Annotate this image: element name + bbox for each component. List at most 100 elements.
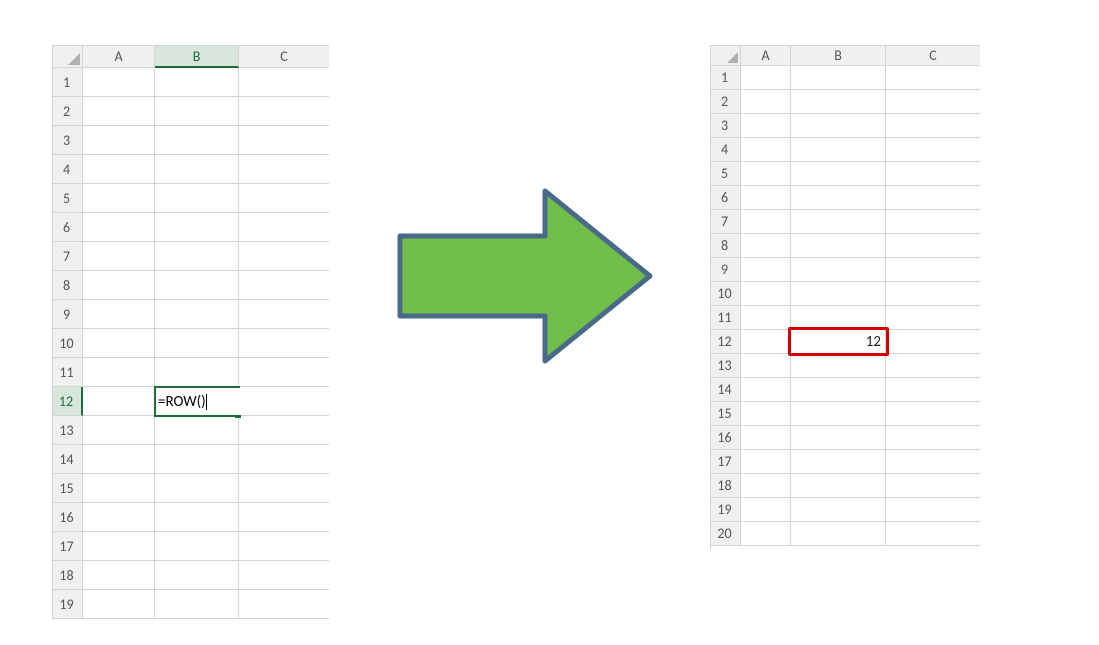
row-header-16[interactable]: 16	[711, 426, 741, 450]
cell-B1[interactable]	[155, 68, 239, 97]
cell-A1[interactable]	[741, 66, 791, 90]
cell-A11[interactable]	[83, 358, 155, 387]
select-all-corner[interactable]	[53, 46, 83, 68]
cell-B3[interactable]	[155, 126, 239, 155]
cell-C15[interactable]	[239, 474, 329, 503]
cell-C5[interactable]	[239, 184, 329, 213]
cell-C16[interactable]	[239, 503, 329, 532]
column-header-a[interactable]: A	[83, 46, 155, 68]
cell-C15[interactable]	[886, 402, 980, 426]
row-header-9[interactable]: 9	[53, 300, 83, 329]
cell-C8[interactable]	[886, 234, 980, 258]
row-header-8[interactable]: 8	[53, 271, 83, 300]
row-header-4[interactable]: 4	[711, 138, 741, 162]
cell-B5[interactable]	[155, 184, 239, 213]
row-header-14[interactable]: 14	[711, 378, 741, 402]
cell-A8[interactable]	[83, 271, 155, 300]
cell-A5[interactable]	[741, 162, 791, 186]
cell-A6[interactable]	[741, 186, 791, 210]
cell-B16[interactable]	[155, 503, 239, 532]
cell-A14[interactable]	[741, 378, 791, 402]
row-header-6[interactable]: 6	[711, 186, 741, 210]
cell-A7[interactable]	[741, 210, 791, 234]
cell-A20[interactable]	[741, 522, 791, 546]
cell-C12[interactable]	[886, 330, 980, 354]
cell-B6[interactable]	[155, 213, 239, 242]
cell-B13[interactable]	[155, 416, 239, 445]
column-header-c[interactable]: C	[886, 46, 980, 66]
row-header-3[interactable]: 3	[53, 126, 83, 155]
cell-C11[interactable]	[239, 358, 329, 387]
cell-C19[interactable]	[886, 498, 980, 522]
cell-B15[interactable]	[155, 474, 239, 503]
cell-C11[interactable]	[886, 306, 980, 330]
row-header-3[interactable]: 3	[711, 114, 741, 138]
cell-A12[interactable]	[741, 330, 791, 354]
cell-B14[interactable]	[155, 445, 239, 474]
cell-C9[interactable]	[239, 300, 329, 329]
cell-C4[interactable]	[886, 138, 980, 162]
cell-A6[interactable]	[83, 213, 155, 242]
cell-C16[interactable]	[886, 426, 980, 450]
cell-A11[interactable]	[741, 306, 791, 330]
cell-B11[interactable]	[791, 306, 886, 330]
cell-A8[interactable]	[741, 234, 791, 258]
cell-A14[interactable]	[83, 445, 155, 474]
cell-A7[interactable]	[83, 242, 155, 271]
row-header-13[interactable]: 13	[711, 354, 741, 378]
cell-A16[interactable]	[741, 426, 791, 450]
cell-C20[interactable]	[886, 522, 980, 546]
cell-C14[interactable]	[886, 378, 980, 402]
cell-B10[interactable]	[791, 282, 886, 306]
formula-editor[interactable]: =ROW()	[156, 388, 252, 415]
cell-C5[interactable]	[886, 162, 980, 186]
cell-B4[interactable]	[155, 155, 239, 184]
cell-C2[interactable]	[886, 90, 980, 114]
cell-B7[interactable]	[791, 210, 886, 234]
cell-B16[interactable]	[791, 426, 886, 450]
cell-B18[interactable]	[791, 474, 886, 498]
row-header-12[interactable]: 12	[53, 387, 83, 416]
cell-C14[interactable]	[239, 445, 329, 474]
column-header-b[interactable]: B	[155, 46, 239, 68]
cell-A2[interactable]	[83, 97, 155, 126]
cell-C18[interactable]	[239, 561, 329, 590]
cell-C3[interactable]	[886, 114, 980, 138]
cell-B17[interactable]	[791, 450, 886, 474]
row-header-12[interactable]: 12	[711, 330, 741, 354]
cell-B19[interactable]	[155, 590, 239, 619]
cell-A18[interactable]	[741, 474, 791, 498]
cell-B19[interactable]	[791, 498, 886, 522]
cell-A15[interactable]	[741, 402, 791, 426]
row-header-1[interactable]: 1	[53, 68, 83, 97]
cell-B12[interactable]: 12	[791, 330, 886, 354]
cell-C19[interactable]	[239, 590, 329, 619]
row-header-2[interactable]: 2	[53, 97, 83, 126]
row-header-10[interactable]: 10	[711, 282, 741, 306]
cell-A3[interactable]	[741, 114, 791, 138]
cell-B4[interactable]	[791, 138, 886, 162]
cell-B17[interactable]	[155, 532, 239, 561]
cell-B15[interactable]	[791, 402, 886, 426]
row-header-19[interactable]: 19	[711, 498, 741, 522]
cell-A4[interactable]	[83, 155, 155, 184]
cell-B1[interactable]	[791, 66, 886, 90]
cell-C13[interactable]	[886, 354, 980, 378]
row-header-18[interactable]: 18	[53, 561, 83, 590]
cell-B2[interactable]	[791, 90, 886, 114]
row-header-5[interactable]: 5	[53, 184, 83, 213]
row-header-19[interactable]: 19	[53, 590, 83, 619]
cell-A1[interactable]	[83, 68, 155, 97]
cell-A4[interactable]	[741, 138, 791, 162]
cell-C17[interactable]	[886, 450, 980, 474]
row-header-16[interactable]: 16	[53, 503, 83, 532]
cell-C1[interactable]	[886, 66, 980, 90]
cell-A13[interactable]	[83, 416, 155, 445]
cell-A9[interactable]	[741, 258, 791, 282]
cell-B10[interactable]	[155, 329, 239, 358]
cell-A19[interactable]	[741, 498, 791, 522]
cell-B8[interactable]	[155, 271, 239, 300]
row-header-17[interactable]: 17	[711, 450, 741, 474]
row-header-8[interactable]: 8	[711, 234, 741, 258]
column-header-b[interactable]: B	[791, 46, 886, 66]
